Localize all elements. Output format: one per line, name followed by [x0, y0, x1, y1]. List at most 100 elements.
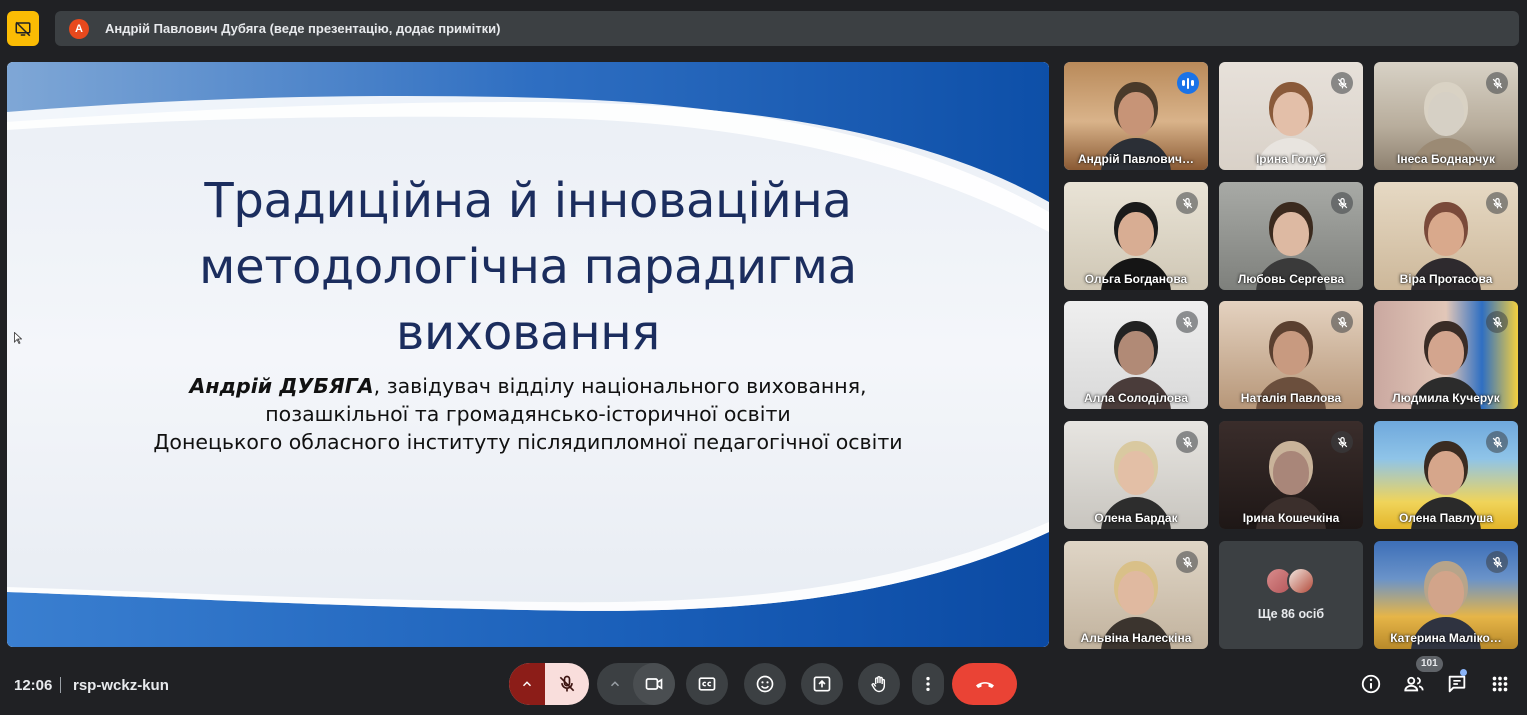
chat-unread-dot — [1460, 669, 1467, 676]
leave-call-button[interactable] — [952, 663, 1017, 705]
bottom-bar: 12:06 rsp-wckz-kun — [0, 655, 1527, 715]
participant-tile[interactable]: Людмила Кучерук — [1374, 301, 1518, 409]
meeting-time: 12:06 — [14, 677, 53, 694]
mic-off-icon — [1486, 311, 1508, 333]
mic-off-icon — [1331, 72, 1353, 94]
meet-window: A Андрій Павлович Дубяга (веде презентац… — [0, 0, 1527, 715]
presenter-banner-text: Андрій Павлович Дубяга (веде презентацію… — [105, 21, 501, 36]
participant-tile[interactable]: Наталія Павлова — [1219, 301, 1363, 409]
mic-off-icon — [1176, 431, 1198, 453]
participant-tile[interactable]: Катерина Маліко… — [1374, 541, 1518, 649]
avatar — [1287, 567, 1315, 595]
more-options-button[interactable] — [912, 663, 944, 705]
slide-author-role: , завідувач відділу національного вихова… — [373, 374, 867, 398]
info-icon — [1361, 674, 1381, 694]
presenter-banner: A Андрій Павлович Дубяга (веде презентац… — [55, 11, 1519, 46]
mic-off-icon — [1486, 431, 1508, 453]
captions-button[interactable] — [686, 663, 728, 705]
participant-name: Інеса Боднарчук — [1397, 152, 1495, 166]
presentation-slide: Традиційна й інноваційна методологічна п… — [7, 62, 1049, 647]
video-settings-button[interactable] — [597, 663, 633, 705]
mic-off-icon — [1176, 311, 1198, 333]
mic-off-icon — [1176, 192, 1198, 214]
more-vert-icon — [926, 676, 930, 692]
people-icon — [1404, 676, 1424, 692]
participant-name: Альвіна Налескіна — [1080, 631, 1192, 645]
participant-tile[interactable]: Віра Протасова — [1374, 182, 1518, 290]
call-end-icon — [975, 682, 994, 688]
participant-count-badge: 101 — [1416, 656, 1443, 672]
slide-title-line-2: методологічна парадигма — [199, 239, 857, 295]
mic-off-icon — [559, 675, 575, 692]
participant-name: Олена Павлуша — [1399, 511, 1493, 525]
participant-tile[interactable]: Ірина Голуб — [1219, 62, 1363, 170]
speaking-indicator-icon — [1177, 72, 1199, 94]
chevron-up-icon — [522, 681, 532, 687]
more-participants-tile[interactable]: Ще 86 осіб — [1219, 541, 1363, 649]
present-off-icon — [15, 21, 31, 36]
more-participants-label: Ще 86 осіб — [1257, 607, 1325, 621]
stop-presenting-button[interactable] — [7, 11, 39, 46]
mic-off-icon — [1486, 72, 1508, 94]
reactions-button[interactable] — [744, 663, 786, 705]
chevron-up-icon — [610, 681, 620, 687]
mic-off-icon — [1331, 192, 1353, 214]
participant-tile[interactable]: Олена Бардак — [1064, 421, 1208, 529]
participant-name: Андрій Павлович… — [1078, 152, 1194, 166]
present-now-button[interactable] — [801, 663, 843, 705]
more-participants-avatars — [1265, 567, 1321, 595]
participant-grid: Андрій Павлович… Ірина Голуб Інеса Боднарч… — [1064, 62, 1519, 649]
raise-hand-button[interactable] — [858, 663, 900, 705]
toggle-microphone-button[interactable] — [545, 663, 589, 705]
presenter-avatar: A — [69, 18, 89, 39]
mouse-cursor-icon — [14, 332, 22, 344]
participant-name: Ольга Богданова — [1084, 272, 1188, 286]
participant-name: Катерина Маліко… — [1390, 631, 1502, 645]
slide-subtitle-line-2: позашкільної та громадянсько-історичної … — [265, 402, 791, 426]
meeting-details-button[interactable] — [1358, 671, 1384, 697]
slide-title-line-3: виховання — [396, 305, 660, 361]
activities-button[interactable] — [1487, 671, 1513, 697]
participant-tile[interactable]: Ольга Богданова — [1064, 182, 1208, 290]
mic-off-icon — [1176, 551, 1198, 573]
participant-tile[interactable]: Альвіна Налескіна — [1064, 541, 1208, 649]
slide-subtitle-line-3: Донецького обласного інституту післядипл… — [153, 430, 903, 454]
people-button[interactable] — [1401, 671, 1427, 697]
participant-name: Алла Солоділова — [1084, 391, 1188, 405]
participant-name: Ірина Голуб — [1255, 152, 1327, 166]
participant-name: Олена Бардак — [1094, 511, 1178, 525]
videocam-icon — [645, 678, 663, 690]
participant-tile[interactable]: Андрій Павлович… — [1064, 62, 1208, 170]
participant-tile[interactable]: Олена Павлуша — [1374, 421, 1518, 529]
mic-off-icon — [1331, 431, 1353, 453]
slide-subtitle: Андрій ДУБЯГА, завідувач відділу націона… — [67, 372, 989, 456]
mic-off-icon — [1331, 311, 1353, 333]
slide-subtitle-line-1: Андрій ДУБЯГА, завідувач відділу націона… — [67, 372, 989, 400]
participant-name: Віра Протасова — [1399, 272, 1493, 286]
slide-author-name: Андрій ДУБЯГА — [189, 374, 374, 398]
participant-name: Любовь Сергеева — [1237, 272, 1345, 286]
participant-tile[interactable]: Ірина Кошечкіна — [1219, 421, 1363, 529]
present-screen-icon — [813, 676, 831, 692]
chat-button[interactable] — [1444, 671, 1470, 697]
participant-name: Наталія Павлова — [1240, 391, 1342, 405]
mic-off-icon — [1486, 551, 1508, 573]
participant-tile[interactable]: Любовь Сергеева — [1219, 182, 1363, 290]
participant-tile[interactable]: Алла Солоділова — [1064, 301, 1208, 409]
emoji-icon — [756, 675, 774, 693]
chat-icon — [1448, 675, 1466, 693]
microphone-control — [509, 663, 589, 705]
divider — [60, 677, 61, 693]
raise-hand-icon — [871, 675, 886, 693]
slide-title: Традиційна й інноваційна методологічна п… — [107, 168, 949, 366]
meeting-code[interactable]: rsp-wckz-kun — [73, 677, 169, 694]
slide-title-line-1: Традиційна й інноваційна — [204, 173, 852, 229]
mic-off-icon — [1486, 192, 1508, 214]
closed-captions-icon — [698, 677, 716, 691]
toggle-camera-button[interactable] — [633, 663, 675, 705]
participant-tile[interactable]: Інеса Боднарчук — [1374, 62, 1518, 170]
audio-settings-button[interactable] — [509, 663, 545, 705]
participant-name: Ірина Кошечкіна — [1242, 511, 1340, 525]
participant-name: Людмила Кучерук — [1392, 391, 1500, 405]
camera-control — [597, 663, 675, 705]
